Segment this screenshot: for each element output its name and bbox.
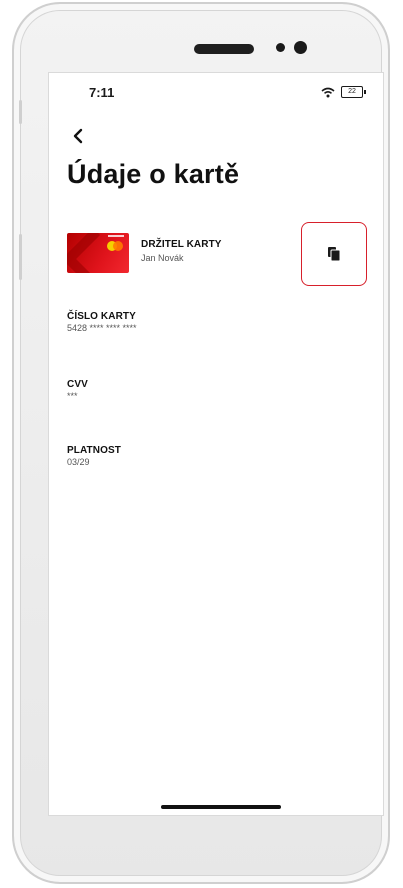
- status-time: 7:11: [89, 85, 115, 100]
- card-number-label: ČÍSLO KARTY: [67, 311, 136, 322]
- card-holder-name: Jan Novák: [141, 253, 184, 263]
- cvv-label: CVV: [67, 379, 88, 390]
- phone-speaker: [194, 44, 254, 54]
- phone-screen: 7:11 22 Údaje o kartě DRŽITEL KARTY Jan …: [48, 72, 384, 816]
- card-brand-circle-right: [113, 241, 123, 251]
- phone-volume-button: [19, 234, 22, 280]
- status-icons: 22: [321, 86, 366, 98]
- wifi-icon: [321, 87, 335, 97]
- chevron-left-icon: [73, 128, 83, 144]
- cvv-value: ***: [67, 391, 78, 401]
- card-number-field: ČÍSLO KARTY 5428 **** **** ****: [67, 311, 137, 333]
- copy-card-number-button[interactable]: [301, 222, 367, 286]
- card-number-value: 5428 **** **** ****: [67, 323, 137, 333]
- card-design-chevron: [67, 233, 125, 273]
- battery-level: 22: [348, 88, 356, 95]
- validity-value: 03/29: [67, 457, 90, 467]
- status-bar: 7:11 22: [49, 85, 383, 107]
- back-button[interactable]: [67, 125, 89, 147]
- phone-camera: [294, 41, 307, 54]
- validity-label: PLATNOST: [67, 445, 121, 456]
- card-thumbnail: [67, 233, 129, 273]
- page-title: Údaje o kartě: [67, 159, 240, 189]
- home-indicator[interactable]: [161, 805, 281, 809]
- battery-icon: 22: [341, 86, 366, 98]
- validity-field: PLATNOST 03/29: [67, 445, 121, 467]
- phone-side-button: [19, 100, 22, 124]
- copy-icon: [328, 247, 341, 262]
- card-holder-texts: DRŽITEL KARTY Jan Novák: [141, 239, 222, 263]
- phone-sensor: [276, 43, 285, 52]
- card-holder-label: DRŽITEL KARTY: [141, 239, 222, 250]
- card-brand-mark: [108, 235, 124, 237]
- phone-frame: 7:11 22 Údaje o kartě DRŽITEL KARTY Jan …: [12, 2, 390, 884]
- cvv-field: CVV ***: [67, 379, 88, 401]
